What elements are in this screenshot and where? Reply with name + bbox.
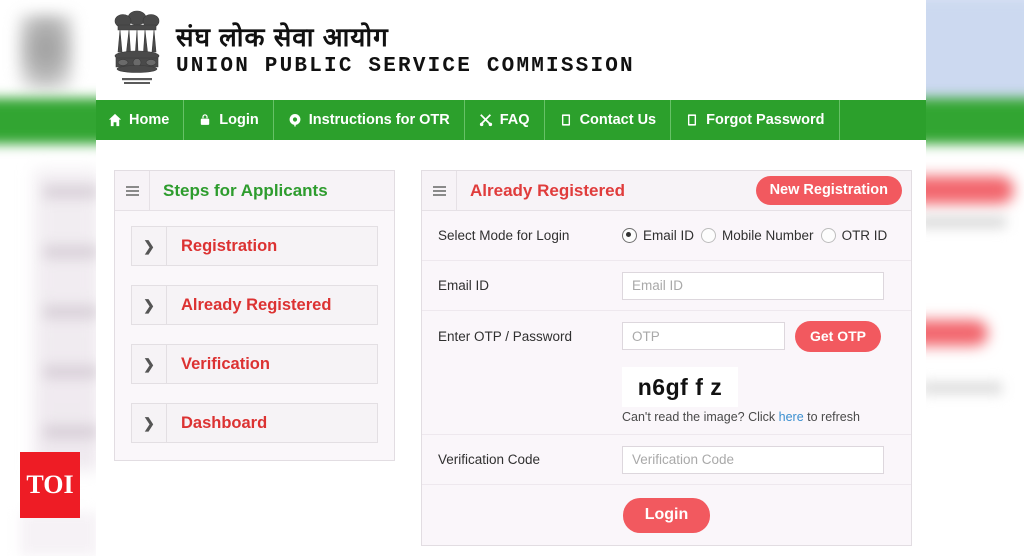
otp-label: Enter OTP / Password bbox=[438, 328, 573, 344]
step-item-already-registered[interactable]: ❯ Already Registered bbox=[131, 285, 378, 325]
radio-option-email-id[interactable]: Email ID bbox=[622, 228, 694, 243]
radio-otr-id[interactable] bbox=[820, 228, 836, 243]
otp-row: Enter OTP / Password Get OTP bbox=[422, 311, 911, 361]
nav-item-login[interactable]: Login bbox=[184, 100, 274, 140]
step-item-dashboard[interactable]: ❯ Dashboard bbox=[131, 403, 378, 443]
nav-label-login: Login bbox=[219, 112, 259, 128]
page-content: Steps for Applicants ❯ Registration ❯ Al… bbox=[96, 142, 926, 546]
toi-watermark-text: TOI bbox=[26, 470, 74, 499]
radio-label-email-id: Email ID bbox=[643, 228, 695, 243]
captcha-hint: Can't read the image? Click here to refr… bbox=[622, 410, 897, 424]
new-registration-button[interactable]: New Registration bbox=[755, 176, 902, 205]
verification-code-input[interactable] bbox=[622, 445, 884, 474]
email-label: Email ID bbox=[438, 278, 490, 293]
main-navigation: Home Login Instructions for OTR FAQ Cont bbox=[96, 100, 926, 142]
captcha-text: n6gf f z bbox=[637, 373, 723, 400]
background-blurred-line-top bbox=[916, 216, 1006, 228]
site-title-english: UNION PUBLIC SERVICE COMMISSION bbox=[176, 54, 635, 78]
step-label-dashboard: Dashboard bbox=[181, 413, 268, 432]
email-row: Email ID bbox=[422, 261, 911, 311]
captcha-row: n6gf f z Can't read the image? Click her… bbox=[422, 361, 911, 435]
site-header: संघ लोक सेवा आयोग UNION PUBLIC SERVICE C… bbox=[96, 0, 926, 100]
step-label-verification: Verification bbox=[181, 354, 270, 373]
nav-item-contact-us[interactable]: Contact Us bbox=[545, 100, 672, 140]
radio-label-mobile-number: Mobile Number bbox=[722, 228, 814, 243]
background-blurred-bottom bbox=[20, 512, 98, 556]
already-registered-login-panel: Already Registered New Registration Sele… bbox=[421, 170, 912, 546]
radio-option-otr-id[interactable]: OTR ID bbox=[820, 228, 888, 243]
home-icon bbox=[108, 113, 122, 127]
login-mode-row: Select Mode for Login Email ID Mobile Nu… bbox=[422, 211, 911, 261]
step-label-already-registered: Already Registered bbox=[181, 295, 332, 314]
captcha-refresh-link[interactable]: here bbox=[779, 410, 804, 424]
steps-for-applicants-panel: Steps for Applicants ❯ Registration ❯ Al… bbox=[114, 170, 395, 461]
background-blurred-line-bottom bbox=[922, 382, 1002, 394]
nav-label-faq: FAQ bbox=[499, 112, 530, 128]
captcha-hint-after: to refresh bbox=[803, 410, 860, 424]
radio-mobile-number[interactable] bbox=[701, 228, 717, 243]
step-item-verification[interactable]: ❯ Verification bbox=[131, 344, 378, 384]
login-mode-radio-group: Email ID Mobile Number OTR ID bbox=[622, 228, 887, 243]
chevron-right-icon: ❯ bbox=[132, 286, 167, 324]
nav-item-home[interactable]: Home bbox=[96, 100, 185, 140]
radio-label-otr-id: OTR ID bbox=[841, 228, 888, 243]
email-input[interactable] bbox=[622, 271, 884, 300]
lock-icon bbox=[198, 113, 212, 127]
radio-option-mobile-number[interactable]: Mobile Number bbox=[701, 228, 814, 243]
document-icon bbox=[559, 113, 573, 127]
verification-code-row: Verification Code bbox=[422, 435, 911, 485]
site-title-hindi: संघ लोक सेवा आयोग bbox=[176, 21, 389, 52]
nav-item-instructions-for-otr[interactable]: Instructions for OTR bbox=[274, 100, 465, 140]
nav-item-faq[interactable]: FAQ bbox=[465, 100, 545, 140]
info-circle-icon bbox=[288, 113, 302, 127]
nav-label-forgot-password: Forgot Password bbox=[706, 112, 825, 128]
hamburger-icon[interactable] bbox=[422, 171, 457, 210]
get-otp-button[interactable]: Get OTP bbox=[795, 320, 882, 352]
nav-item-forgot-password[interactable]: Forgot Password bbox=[671, 100, 840, 140]
chevron-right-icon: ❯ bbox=[132, 345, 167, 383]
background-blurred-left-rows bbox=[44, 185, 98, 475]
nav-label-contact-us: Contact Us bbox=[579, 112, 657, 128]
step-item-registration[interactable]: ❯ Registration bbox=[131, 226, 378, 266]
nav-label-home: Home bbox=[129, 112, 170, 128]
ashoka-emblem-icon bbox=[114, 10, 160, 84]
steps-list: ❯ Registration ❯ Already Registered ❯ Ve… bbox=[115, 211, 394, 460]
login-panel-title: Already Registered bbox=[470, 180, 625, 200]
radio-email-id[interactable] bbox=[622, 228, 637, 243]
captcha-image: n6gf f z bbox=[622, 367, 738, 407]
toi-watermark-logo: TOI bbox=[20, 452, 80, 518]
login-panel-header: Already Registered New Registration bbox=[422, 171, 911, 211]
login-button-row: Login bbox=[422, 485, 911, 545]
scissors-icon bbox=[479, 113, 493, 127]
captcha-hint-before: Can't read the image? Click bbox=[622, 410, 779, 424]
login-mode-label: Select Mode for Login bbox=[438, 228, 570, 243]
steps-panel-header: Steps for Applicants bbox=[115, 171, 394, 211]
site-title-block: संघ लोक सेवा आयोग UNION PUBLIC SERVICE C… bbox=[176, 24, 635, 77]
chevron-right-icon: ❯ bbox=[132, 227, 167, 265]
captcha-spacer bbox=[438, 367, 622, 424]
hamburger-icon[interactable] bbox=[115, 171, 150, 210]
verification-code-label: Verification Code bbox=[438, 452, 541, 467]
chevron-right-icon: ❯ bbox=[132, 404, 167, 442]
login-form: Select Mode for Login Email ID Mobile Nu… bbox=[422, 211, 911, 545]
otp-input[interactable] bbox=[622, 322, 785, 350]
nav-label-instructions-for-otr: Instructions for OTR bbox=[308, 112, 450, 128]
login-button[interactable]: Login bbox=[622, 497, 711, 533]
steps-panel-title: Steps for Applicants bbox=[163, 180, 328, 200]
document-icon bbox=[685, 113, 699, 127]
upsc-otr-page: संघ लोक सेवा आयोग UNION PUBLIC SERVICE C… bbox=[96, 0, 926, 556]
step-label-registration: Registration bbox=[181, 236, 278, 255]
background-blurred-emblem bbox=[18, 14, 74, 90]
